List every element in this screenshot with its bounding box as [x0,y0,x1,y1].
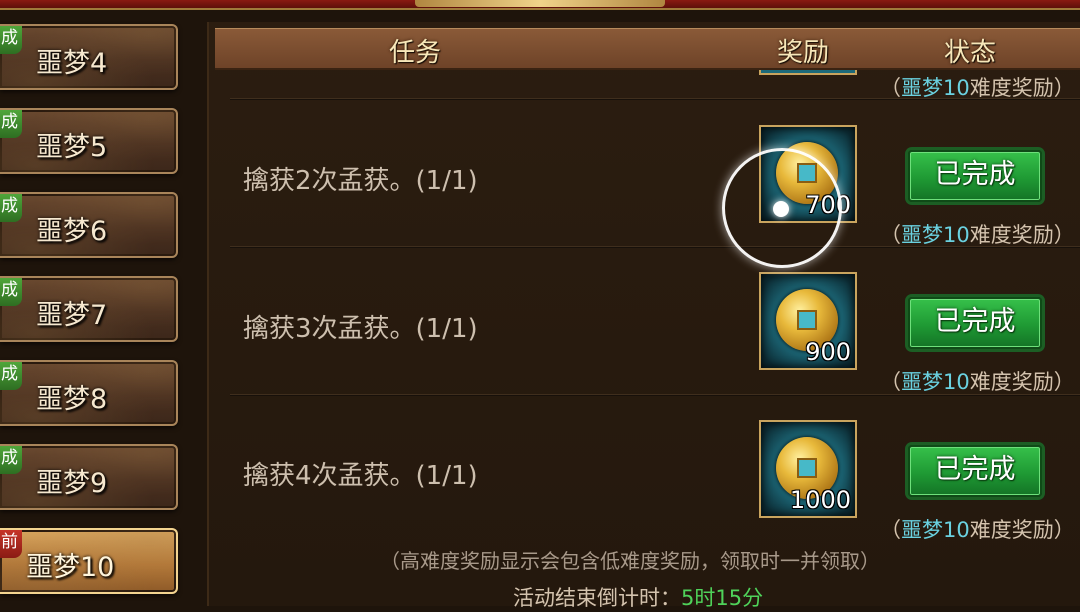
reward-item[interactable]: 1000 [759,420,857,518]
completed-tag: 成 [0,26,22,54]
level-button-7[interactable]: 成 噩梦7 [0,276,178,342]
level-button-4[interactable]: 成 噩梦4 [0,24,178,90]
row-divider [230,98,1080,100]
level-sidebar: 成 噩梦4 成 噩梦5 成 噩梦6 成 噩梦7 成 噩梦8 成 噩梦9 前 噩梦… [0,22,182,606]
level-label: 噩梦6 [36,216,108,247]
level-label: 噩梦8 [36,384,108,415]
countdown-label: 活动结束倒计时： [513,586,681,610]
level-label: 噩梦5 [36,132,108,163]
row-divider [230,394,1080,396]
difficulty-note: （噩梦10难度奖励） [880,370,1075,394]
level-label: 噩梦7 [36,300,108,331]
level-button-9[interactable]: 成 噩梦9 [0,444,178,510]
task-description: 擒获2次孟获。(1/1) [243,166,478,196]
current-tag: 前 [0,530,22,558]
reward-item[interactable]: 900 [759,272,857,370]
level-label: 噩梦10 [26,552,115,583]
reward-amount: 900 [805,338,851,366]
row-divider [230,246,1080,248]
level-label: 噩梦9 [36,468,108,499]
countdown-value: 5时15分 [681,586,764,610]
completed-tag: 成 [0,362,22,390]
completed-tag: 成 [0,278,22,306]
level-button-10[interactable]: 前 噩梦10 [0,528,178,594]
header-reward: 奖励 [777,38,830,68]
task-description: 擒获3次孟获。(1/1) [243,314,478,344]
reward-amount: 1000 [789,486,851,514]
reward-item-partial [759,70,857,75]
difficulty-note: （噩梦10难度奖励） [880,518,1075,542]
completed-tag: 成 [0,110,22,138]
reward-tip: （高难度奖励显示会包含低难度奖励，领取时一并领取） [380,549,880,573]
event-countdown: 活动结束倒计时：5时15分 [513,582,763,612]
level-button-8[interactable]: 成 噩梦8 [0,360,178,426]
level-button-5[interactable]: 成 噩梦5 [0,108,178,174]
completed-button[interactable]: 已完成 [908,445,1042,497]
level-button-6[interactable]: 成 噩梦6 [0,192,178,258]
task-description: 擒获4次孟获。(1/1) [243,461,478,491]
header-status: 状态 [944,38,997,68]
top-ornament [415,0,665,7]
completed-button[interactable]: 已完成 [908,297,1042,349]
completed-tag: 成 [0,446,22,474]
completed-button[interactable]: 已完成 [908,150,1042,202]
table-header: 任务 奖励 状态 [215,28,1080,70]
touch-point [773,201,789,217]
level-label: 噩梦4 [36,48,108,79]
difficulty-note: （噩梦10难度奖励） [880,223,1075,247]
header-task: 任务 [389,38,442,68]
completed-tag: 成 [0,194,22,222]
